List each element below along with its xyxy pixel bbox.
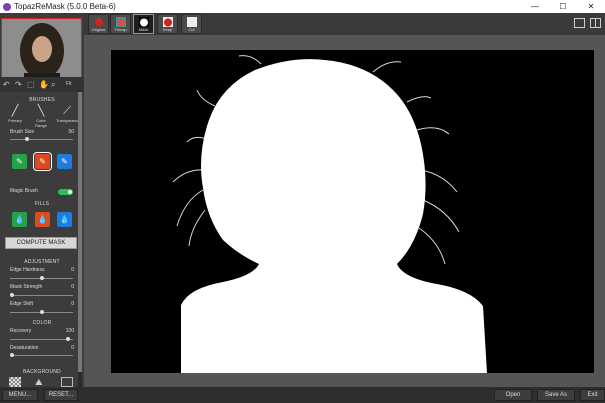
compute-fill-button[interactable]: 💧 bbox=[57, 212, 72, 227]
edge-shift-label: Edge Shift bbox=[10, 301, 34, 307]
color-range-brush-icon: ╲ bbox=[37, 105, 45, 117]
view-toolbar: Original Trimap Mask Keep Cut bbox=[0, 13, 605, 35]
recovery-value: 100 bbox=[65, 328, 74, 334]
keep-fill-icon: 💧 bbox=[14, 215, 25, 224]
slider-knob[interactable] bbox=[24, 137, 29, 141]
left-panel: ↶ ↷ ⬚ ✋ ⌕ Fit BRUSHES ╱ Primary ╲ Color … bbox=[0, 13, 84, 392]
slider-knob[interactable] bbox=[10, 353, 14, 357]
compute-fill-icon: 💧 bbox=[59, 215, 70, 224]
transparency-brush-tool[interactable]: ⟋ Transparency bbox=[56, 104, 80, 123]
minimize-button[interactable]: — bbox=[521, 0, 549, 13]
apple-trimap-icon bbox=[116, 17, 126, 27]
mask-strength-value: 0 bbox=[71, 284, 74, 290]
edge-hardness-label: Edge Hardness bbox=[10, 267, 45, 273]
scrollbar-thumb[interactable] bbox=[78, 92, 82, 372]
apple-cut-icon bbox=[187, 17, 197, 27]
adjustment-heading: ADJUSTMENT bbox=[24, 259, 60, 265]
desaturation-slider[interactable] bbox=[10, 353, 73, 357]
canvas-area bbox=[84, 35, 605, 387]
slider-knob[interactable] bbox=[39, 310, 44, 314]
cut-fill-icon: 💧 bbox=[37, 215, 48, 224]
primary-brush-icon: ╱ bbox=[11, 105, 19, 117]
keep-fill-button[interactable]: 💧 bbox=[12, 212, 27, 227]
desaturation-value: 0 bbox=[71, 345, 74, 351]
open-button[interactable]: Open bbox=[494, 389, 532, 401]
color-range-brush-tool[interactable]: ╲ Color Range bbox=[30, 104, 52, 128]
mask-strength-slider[interactable] bbox=[10, 293, 73, 297]
redo-icon[interactable]: ↷ bbox=[15, 80, 22, 89]
split-view-icon[interactable] bbox=[590, 18, 601, 28]
transparent-background-icon[interactable] bbox=[9, 377, 21, 387]
compute-brush-icon: ✎ bbox=[61, 157, 68, 166]
apple-mask-icon bbox=[139, 17, 149, 27]
tab-keep[interactable]: Keep bbox=[157, 14, 178, 34]
close-button[interactable]: ✕ bbox=[577, 0, 605, 13]
mask-strength-label: Mask Strength bbox=[10, 284, 43, 290]
mask-canvas[interactable] bbox=[111, 50, 594, 373]
tab-cut[interactable]: Cut bbox=[181, 14, 202, 34]
title-bar: TopazReMask (5.0.0 Beta-6) — ☐ ✕ bbox=[0, 0, 605, 13]
menu-button[interactable]: MENU... bbox=[2, 389, 38, 401]
recovery-slider[interactable] bbox=[10, 337, 73, 341]
keep-brush-button[interactable]: ✎ bbox=[12, 154, 27, 169]
fills-heading: FILLS bbox=[34, 201, 50, 207]
transparency-brush-icon: ⟋ bbox=[63, 105, 71, 117]
slider-knob[interactable] bbox=[66, 337, 71, 341]
tab-original[interactable]: Original bbox=[88, 14, 109, 34]
brush-size-slider[interactable] bbox=[10, 137, 73, 141]
window-controls: — ☐ ✕ bbox=[521, 0, 605, 13]
recovery-label: Recovery bbox=[10, 328, 32, 334]
brushes-heading: BRUSHES bbox=[29, 97, 55, 103]
window-title: TopazReMask (5.0.0 Beta-6) bbox=[14, 2, 116, 11]
photo-background-icon[interactable]: ⛰ bbox=[35, 377, 47, 387]
zoom-icon[interactable]: ⌕ bbox=[51, 80, 55, 90]
edge-shift-slider[interactable] bbox=[10, 310, 73, 314]
undo-icon[interactable]: ↶ bbox=[3, 80, 10, 89]
magic-brush-label: Magic Brush bbox=[10, 188, 38, 194]
edge-shift-value: 0 bbox=[71, 301, 74, 307]
apple-color-icon bbox=[95, 17, 103, 27]
cut-brush-button[interactable]: ✎ bbox=[33, 152, 52, 171]
single-view-icon[interactable] bbox=[574, 18, 585, 28]
cut-brush-icon: ✎ bbox=[39, 157, 46, 166]
color-heading: COLOR bbox=[32, 320, 52, 326]
keep-brush-icon: ✎ bbox=[16, 157, 23, 166]
magic-brush-toggle[interactable] bbox=[58, 189, 73, 195]
crop-icon[interactable]: ⬚ bbox=[27, 80, 35, 89]
preview-thumbnail[interactable] bbox=[1, 18, 82, 86]
portrait-thumbnail-image bbox=[2, 19, 81, 85]
tool-row: ↶ ↷ ⬚ ✋ ⌕ Fit bbox=[0, 77, 84, 92]
exit-button[interactable]: Exit bbox=[580, 389, 605, 401]
mask-image bbox=[111, 50, 594, 373]
background-heading: BACKGROUND bbox=[23, 369, 61, 375]
bottom-bar: MENU... RESET... Open Save As Exit bbox=[0, 387, 605, 403]
brush-size-label: Brush Size bbox=[10, 129, 35, 135]
slider-knob[interactable] bbox=[10, 293, 14, 297]
hand-icon[interactable]: ✋ bbox=[39, 80, 49, 89]
brush-size-value: 50 bbox=[68, 129, 74, 135]
compute-brush-button[interactable]: ✎ bbox=[57, 154, 72, 169]
desaturation-label: Desaturation bbox=[10, 345, 39, 351]
zoom-select[interactable]: Fit bbox=[66, 81, 72, 87]
tab-trimap[interactable]: Trimap bbox=[110, 14, 131, 34]
primary-brush-tool[interactable]: ╱ Primary bbox=[4, 104, 26, 123]
edge-hardness-slider[interactable] bbox=[10, 276, 73, 280]
app-logo-icon bbox=[3, 2, 11, 11]
maximize-button[interactable]: ☐ bbox=[549, 0, 577, 13]
compute-mask-button[interactable]: COMPUTE MASK bbox=[5, 237, 77, 249]
cut-fill-button[interactable]: 💧 bbox=[35, 212, 50, 227]
reset-button[interactable]: RESET... bbox=[44, 389, 78, 401]
save-as-button[interactable]: Save As bbox=[537, 389, 575, 401]
image-background-icon[interactable] bbox=[61, 377, 73, 387]
panel-scrollbar[interactable] bbox=[78, 90, 82, 392]
tab-mask[interactable]: Mask bbox=[133, 14, 154, 34]
edge-hardness-value: 0 bbox=[71, 267, 74, 273]
apple-keep-icon bbox=[163, 17, 173, 27]
slider-knob[interactable] bbox=[39, 276, 44, 280]
